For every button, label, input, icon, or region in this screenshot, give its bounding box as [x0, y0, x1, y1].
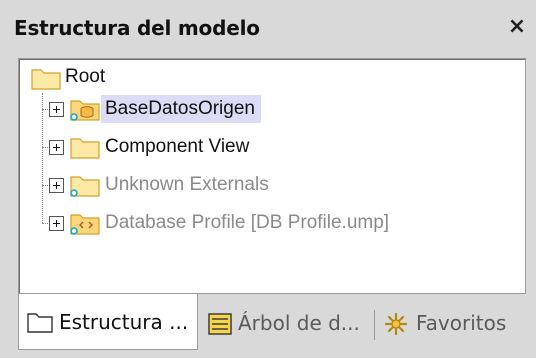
tab-estructura[interactable]: Estructura ...	[18, 294, 198, 350]
linked-folder-icon	[70, 176, 100, 197]
tree-node-unknown-externals[interactable]: Unknown Externals	[49, 171, 329, 201]
favorites-star-icon	[384, 312, 408, 336]
tree-node-component-view[interactable]: Component View	[49, 133, 309, 163]
tree-node-label: Component View	[105, 136, 250, 157]
expand-button[interactable]	[49, 102, 64, 117]
tab-label: Favoritos	[416, 311, 507, 335]
tree-node-label: BaseDatosOrigen	[101, 95, 261, 123]
panel-tab-bar: Estructura ... Árbol de d... Favoritos	[0, 294, 536, 358]
tree-node-basedatosorigen[interactable]: BaseDatosOrigen	[49, 95, 309, 125]
tree-connector-line	[42, 93, 43, 223]
database-folder-icon	[70, 100, 100, 121]
diagram-tree-icon	[208, 313, 232, 335]
folder-icon	[70, 138, 100, 159]
tab-divider	[374, 310, 375, 340]
folder-outline-icon	[27, 313, 53, 333]
tree-node-label: Unknown Externals	[105, 174, 269, 195]
tab-label: Estructura ...	[59, 310, 189, 334]
tab-label: Árbol de d...	[238, 311, 360, 335]
model-tree[interactable]: Root BaseDatosOrigen Component View Unkn…	[18, 58, 526, 294]
tree-node-root[interactable]: Root	[31, 63, 151, 93]
tab-favoritos[interactable]: Favoritos	[382, 300, 532, 348]
expand-button[interactable]	[49, 140, 64, 155]
close-button[interactable]: ×	[504, 14, 530, 40]
tab-arbol-diagramas[interactable]: Árbol de d...	[206, 300, 374, 348]
tree-node-label: Database Profile [DB Profile.ump]	[105, 212, 390, 233]
tree-node-database-profile[interactable]: Database Profile [DB Profile.ump]	[49, 209, 469, 239]
model-structure-panel: Estructura del modelo × Root BaseDatosOr…	[0, 0, 536, 358]
expand-button[interactable]	[49, 216, 64, 231]
panel-title: Estructura del modelo	[14, 16, 260, 40]
tree-node-label: Root	[65, 66, 106, 87]
panel-titlebar: Estructura del modelo ×	[0, 0, 536, 56]
profile-folder-icon	[70, 214, 100, 235]
folder-icon	[31, 69, 61, 90]
expand-button[interactable]	[49, 178, 64, 193]
